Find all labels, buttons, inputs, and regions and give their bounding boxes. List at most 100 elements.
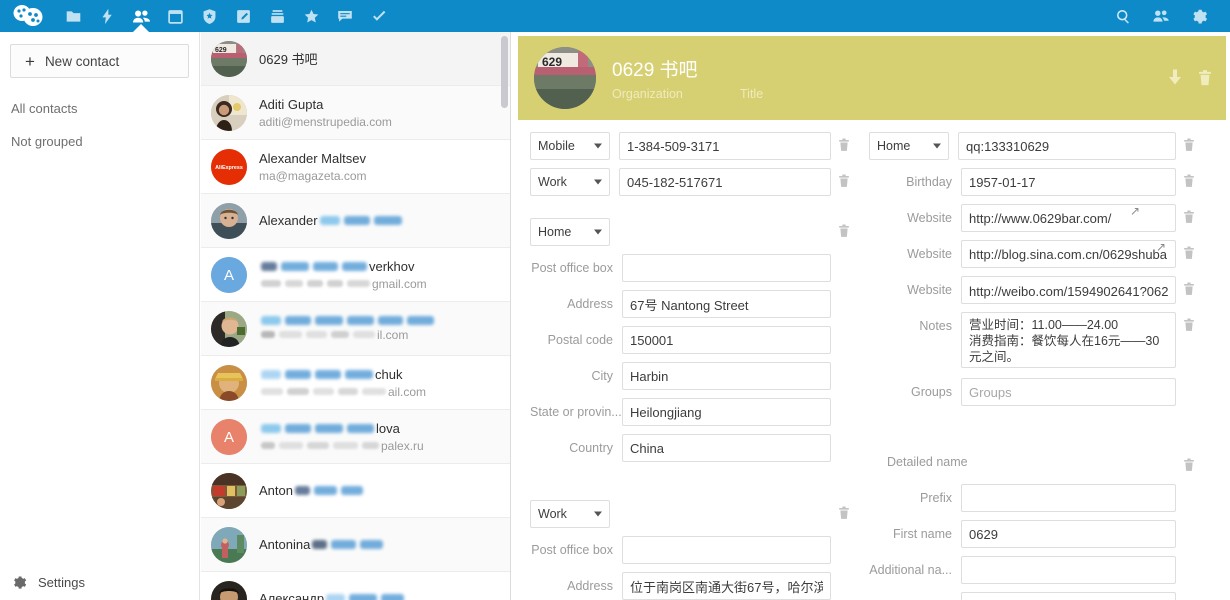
- search-icon[interactable]: [1104, 0, 1142, 32]
- delete-birthday-button[interactable]: [1176, 168, 1202, 188]
- archive-icon[interactable]: [260, 0, 294, 32]
- contacts-icon[interactable]: [124, 0, 158, 32]
- contacts-menu-icon[interactable]: [1142, 0, 1180, 32]
- website-input-1[interactable]: [961, 204, 1176, 232]
- redacted-blob: [285, 280, 303, 287]
- chat-icon[interactable]: [328, 0, 362, 32]
- contact-subtitle: ma@magazeta.com: [259, 169, 367, 183]
- contact-list-item[interactable]: chukail.com: [201, 356, 510, 410]
- download-icon[interactable]: [1168, 70, 1182, 87]
- redacted-blob: [313, 388, 334, 395]
- address-home-type-select[interactable]: Home: [530, 218, 610, 246]
- contact-list-item[interactable]: Averkhovgmail.com: [201, 248, 510, 302]
- settings-button[interactable]: Settings: [0, 564, 200, 600]
- contact-list[interactable]: 6290629 书吧 Aditi Guptaaditi@menstrupedia.…: [201, 32, 511, 600]
- home-address-input[interactable]: [622, 290, 831, 318]
- gear-icon[interactable]: [1180, 0, 1218, 32]
- delete-phone-work-button[interactable]: [831, 168, 857, 188]
- contact-name-text: Александр: [259, 591, 324, 600]
- contact-name: lova: [259, 421, 424, 436]
- contact-list-item[interactable]: Alexander: [201, 194, 510, 248]
- work-pobox-input[interactable]: [622, 536, 831, 564]
- contact-list-item[interactable]: Antonina: [201, 518, 510, 572]
- delete-website-2-button[interactable]: [1176, 240, 1202, 260]
- phone-input-work[interactable]: [619, 168, 831, 196]
- contact-list-item[interactable]: AliExpressAlexander Maltsevma@magazeta.c…: [201, 140, 510, 194]
- redacted-blob: [345, 370, 373, 379]
- organization-placeholder[interactable]: Organization: [612, 87, 740, 101]
- phone-input-mobile[interactable]: [619, 132, 831, 160]
- delete-address-work-button[interactable]: [831, 500, 857, 520]
- delete-website-1-button[interactable]: [1176, 204, 1202, 224]
- star-icon[interactable]: [294, 0, 328, 32]
- contact-avatar: [211, 473, 247, 509]
- home-pobox-row: Post office box: [530, 254, 857, 282]
- contact-subtitle-text: palex.ru: [381, 439, 424, 453]
- contact-list-item[interactable]: Alovapalex.ru: [201, 410, 510, 464]
- app-logo[interactable]: [0, 0, 56, 32]
- contact-text-group: Aditi Guptaaditi@menstrupedia.com: [259, 97, 392, 129]
- shield-icon[interactable]: [192, 0, 226, 32]
- im-type-select[interactable]: Home: [869, 132, 949, 160]
- contact-name-text: chuk: [375, 367, 402, 382]
- contact-subtitle: aditi@menstrupedia.com: [259, 115, 392, 129]
- prefix-input[interactable]: [961, 484, 1176, 512]
- svg-text:AliExpress: AliExpress: [215, 165, 243, 171]
- phone-type-select-mobile[interactable]: Mobile: [530, 132, 610, 160]
- website-input-2[interactable]: [961, 240, 1176, 268]
- contact-list-item[interactable]: Aditi Guptaaditi@menstrupedia.com: [201, 86, 510, 140]
- delete-detailed-name-button[interactable]: [1176, 452, 1202, 472]
- delete-website-3-button[interactable]: [1176, 276, 1202, 296]
- contact-text-group: lova palex.ru: [259, 421, 424, 453]
- new-contact-button[interactable]: + New contact: [10, 44, 189, 78]
- notes-textarea[interactable]: [961, 312, 1176, 368]
- delete-address-home-button[interactable]: [831, 218, 857, 238]
- lightning-icon[interactable]: [90, 0, 124, 32]
- home-postal-input[interactable]: [622, 326, 831, 354]
- notes-icon[interactable]: [226, 0, 260, 32]
- contact-list-item[interactable]: Александр: [201, 572, 510, 600]
- folder-icon[interactable]: [56, 0, 90, 32]
- contact-list-item[interactable]: 6290629 书吧: [201, 32, 510, 86]
- contact-list-scrollbar[interactable]: [501, 36, 508, 108]
- title-placeholder[interactable]: Title: [740, 87, 763, 101]
- additional-name-input[interactable]: [961, 556, 1176, 584]
- redacted-blob: [281, 262, 309, 271]
- birthday-input[interactable]: [961, 168, 1176, 196]
- website-row-3: Website: [869, 276, 1202, 304]
- last-name-input[interactable]: [961, 592, 1176, 600]
- calendar-icon[interactable]: [158, 0, 192, 32]
- delete-im-button[interactable]: [1176, 132, 1202, 152]
- contact-list-item[interactable]: Anton: [201, 464, 510, 518]
- first-name-input[interactable]: [961, 520, 1176, 548]
- contact-list-item[interactable]: il.com: [201, 302, 510, 356]
- redacted-blob: [349, 594, 377, 600]
- groups-input[interactable]: [961, 378, 1176, 406]
- sidebar-links: All contacts Not grouped: [0, 92, 199, 158]
- contact-avatar-large[interactable]: 629: [534, 47, 596, 109]
- phone-type-select-work[interactable]: Work: [530, 168, 610, 196]
- sidebar-item-all-contacts[interactable]: All contacts: [0, 92, 199, 125]
- redacted-blob: [261, 280, 281, 287]
- work-address-label: Address: [530, 572, 622, 600]
- redacted-blob: [315, 316, 343, 325]
- work-address-input[interactable]: [622, 572, 831, 600]
- check-icon[interactable]: [362, 0, 396, 32]
- im-input[interactable]: [958, 132, 1176, 160]
- contact-name-text: Anton: [259, 483, 293, 498]
- home-pobox-input[interactable]: [622, 254, 831, 282]
- birthday-label: Birthday: [869, 168, 961, 196]
- contact-name-text: verkhov: [369, 259, 415, 274]
- website-input-3[interactable]: [961, 276, 1176, 304]
- home-pobox-label: Post office box: [530, 254, 622, 282]
- contact-avatar: [211, 527, 247, 563]
- trash-icon[interactable]: [1198, 70, 1212, 87]
- home-state-input[interactable]: [622, 398, 831, 426]
- address-work-type-select[interactable]: Work: [530, 500, 610, 528]
- delete-phone-mobile-button[interactable]: [831, 132, 857, 152]
- delete-notes-button[interactable]: [1176, 312, 1202, 332]
- home-city-input[interactable]: [622, 362, 831, 390]
- new-contact-label: New contact: [45, 54, 119, 69]
- home-country-input[interactable]: [622, 434, 831, 462]
- sidebar-item-not-grouped[interactable]: Not grouped: [0, 125, 199, 158]
